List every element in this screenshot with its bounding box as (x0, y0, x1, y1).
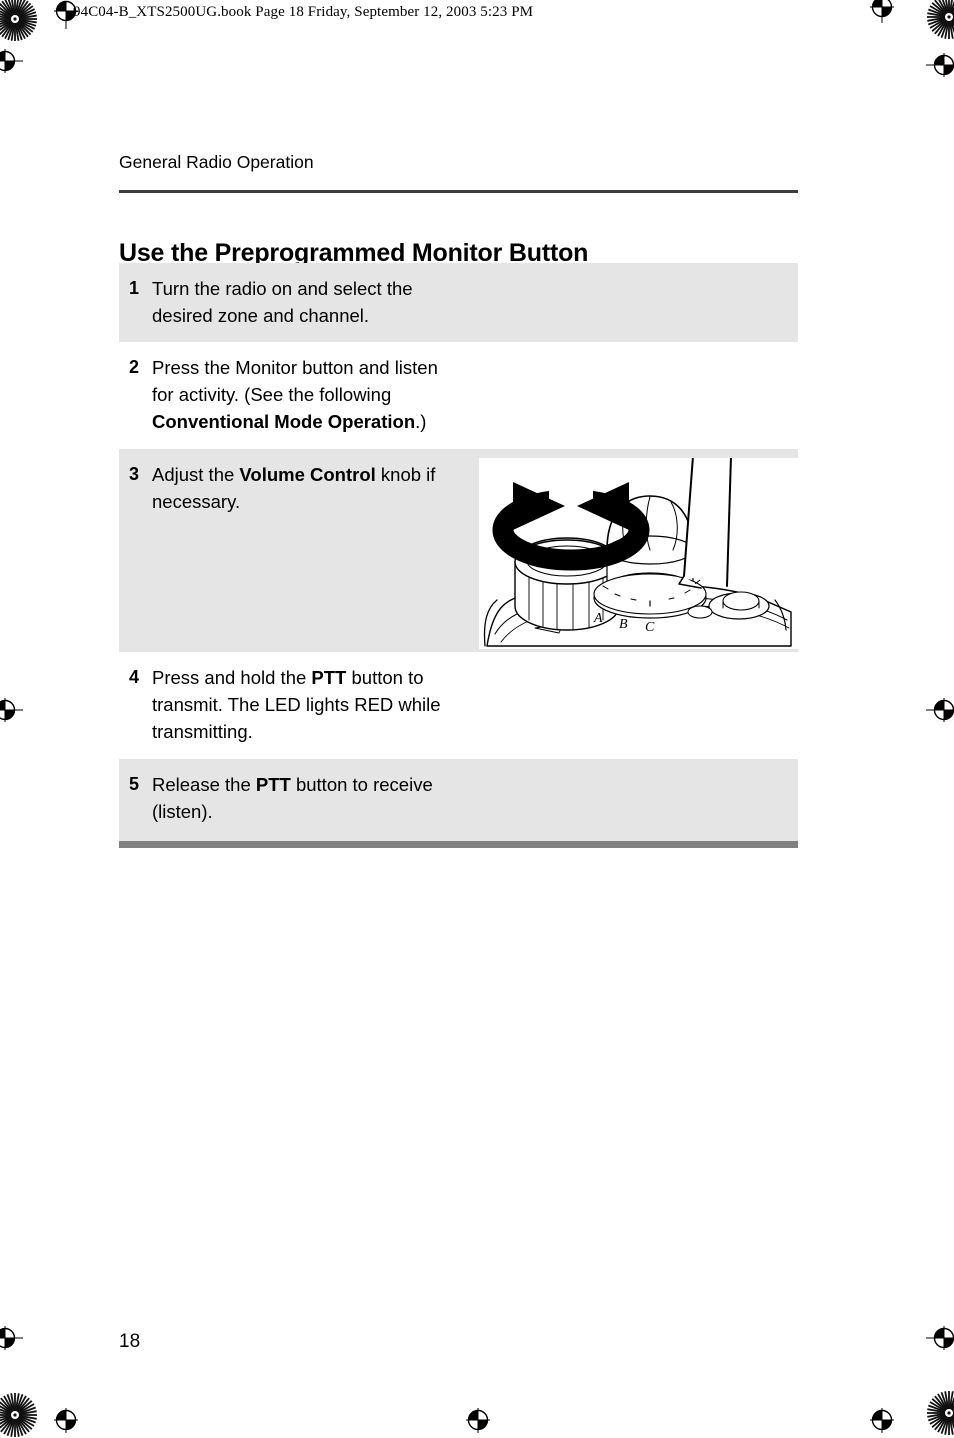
step-number: 5 (129, 774, 140, 794)
crop-mark-line (10, 640, 12, 700)
crop-mark-line (39, 1395, 41, 1431)
registration-target-left (0, 48, 23, 74)
header-rule (119, 190, 798, 193)
crop-mark-line (10, 118, 12, 178)
crop-mark-line (10, 727, 12, 782)
step-text: Press and hold the PTT button to transmi… (152, 667, 441, 742)
step-number: 2 (129, 357, 140, 377)
registration-target-bottom-left (0, 1325, 23, 1351)
starburst-registration-mark (926, 1390, 954, 1436)
step-number: 1 (129, 278, 140, 298)
table-row: 2 Press the Monitor button and listen for… (119, 342, 798, 449)
running-head: General Radio Operation (119, 152, 314, 172)
document-page: 94C04-B_XTS2500UG.book Page 18 Friday, S… (0, 0, 954, 1437)
starburst-registration-mark (0, 0, 38, 42)
switch-label-a: A (593, 611, 603, 626)
registration-target-right (925, 52, 954, 78)
crop-mark-line (943, 727, 945, 782)
procedure-table: 1 Turn the radio on and select the desire… (119, 263, 798, 848)
book-file-header: 94C04-B_XTS2500UG.book Page 18 Friday, S… (73, 4, 534, 20)
registration-target-bottom-right-2 (869, 1404, 895, 1433)
table-bottom-rule (119, 841, 798, 848)
crop-mark-line (39, 0, 41, 40)
step-number: 3 (129, 464, 140, 484)
crop-mark-line (0, 1388, 62, 1390)
radio-top-volume-knob-diagram: A B C (479, 458, 798, 649)
starburst-registration-mark (0, 1392, 38, 1438)
registration-target-bottom-left-2 (53, 1404, 79, 1433)
step-text: Adjust the Volume Control knob if necess… (152, 464, 436, 512)
crop-mark-line (913, 0, 915, 40)
registration-target-right-middle (925, 697, 954, 723)
crop-mark-line (892, 118, 954, 120)
registration-target-top-right (869, 0, 895, 23)
table-row: 3 Adjust the Volume Control knob if neces… (119, 449, 798, 652)
table-row: 1 Turn the radio on and select the desire… (119, 263, 798, 342)
step-text: Turn the radio on and select the desired… (152, 278, 413, 326)
step-text: Release the PTT button to receive (liste… (152, 774, 433, 822)
switch-label-b: B (619, 617, 628, 632)
switch-label-c: C (645, 620, 655, 635)
crop-mark-line (913, 1395, 915, 1431)
registration-target-left-middle (0, 697, 23, 723)
registration-target-bottom-center (465, 1404, 491, 1433)
step-text: Press the Monitor button and listen for … (152, 357, 438, 432)
starburst-registration-mark (926, 0, 954, 40)
crop-mark-line (943, 640, 945, 700)
registration-target-bottom-right (925, 1325, 954, 1351)
page-number: 18 (119, 1331, 141, 1352)
step-number: 4 (129, 667, 140, 687)
table-row: 4 Press and hold the PTT button to transm… (119, 652, 798, 759)
crop-mark-line (0, 107, 62, 109)
table-row: 5 Release the PTT button to receive (list… (119, 759, 798, 841)
